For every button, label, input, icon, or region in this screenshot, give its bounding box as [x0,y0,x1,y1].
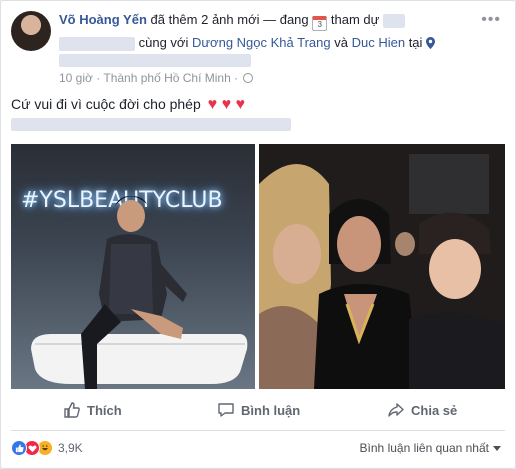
post-actions: Thích Bình luận Chia sẻ [1,396,515,424]
caption-text: Cứ vui đi vì cuộc đời cho phép [11,96,201,112]
post-header-line2: cùng với Dương Ngọc Khả Trang và Duc Hie… [59,35,436,51]
comment-icon [218,403,234,417]
comment-sort-dropdown[interactable]: Bình luận liên quan nhất [360,441,501,455]
calendar-day: 3 [317,20,322,29]
like-button[interactable]: Thích [63,396,122,424]
thumbs-up-icon [64,402,80,418]
share-label: Chia sẻ [411,402,458,418]
photo-2[interactable] [259,144,505,389]
public-globe-icon[interactable] [243,73,254,83]
post-time[interactable]: 10 giờ [59,71,93,85]
comment-button[interactable]: Bình luận [217,396,300,424]
and-text: và [334,35,348,50]
tagged-person-2[interactable]: Duc Hien [352,35,405,50]
like-label: Thích [87,402,122,418]
with-text: cùng với [138,35,189,50]
attending-text: tham dự [330,12,380,27]
post-meta: 10 giờ · Thành phố Hồ Chí Minh · [59,71,254,85]
more-options-icon[interactable]: ••• [481,11,501,29]
action-text: đã thêm 2 ảnh mới — đang [150,12,309,27]
photo-2-figures [259,144,505,389]
calendar-icon: 3 [312,16,328,31]
redacted-event [382,13,405,28]
tagged-person-1[interactable]: Dương Ngọc Khả Trang [192,35,331,50]
location-pin-icon [426,37,436,49]
post-caption: Cứ vui đi vì cuộc đời cho phép ♥ ♥ ♥ [11,96,245,114]
heart-emoji-icons: ♥ ♥ ♥ [207,96,246,113]
post-location[interactable]: Thành phố Hồ Chí Minh [103,71,230,85]
like-reaction-icon [11,440,27,456]
post-card: Võ Hoàng Yến đã thêm 2 ảnh mới — đang 3 … [0,0,516,469]
redacted-caption-line [11,118,291,131]
photo-1-figure [31,196,248,389]
redacted-event-name [59,36,135,51]
author-avatar[interactable] [11,11,51,51]
reaction-count[interactable]: 3,9K [58,441,83,455]
reactions-summary[interactable]: 3,9K [11,440,83,456]
photo-1[interactable]: #YSLBEAUTYCLUB [11,144,255,389]
actions-divider [11,430,505,431]
post-header: Võ Hoàng Yến đã thêm 2 ảnh mới — đang 3 … [59,12,405,31]
chevron-down-icon [493,446,501,451]
comment-sort-label: Bình luận liên quan nhất [359,441,489,455]
comment-label: Bình luận [241,402,301,418]
share-icon [388,403,404,417]
meta-separator: · [234,71,239,85]
redacted-location [59,54,251,67]
author-name[interactable]: Võ Hoàng Yến [59,12,147,27]
meta-separator: · [96,71,101,85]
share-button[interactable]: Chia sẻ [387,396,457,424]
at-text: tại [408,35,423,50]
